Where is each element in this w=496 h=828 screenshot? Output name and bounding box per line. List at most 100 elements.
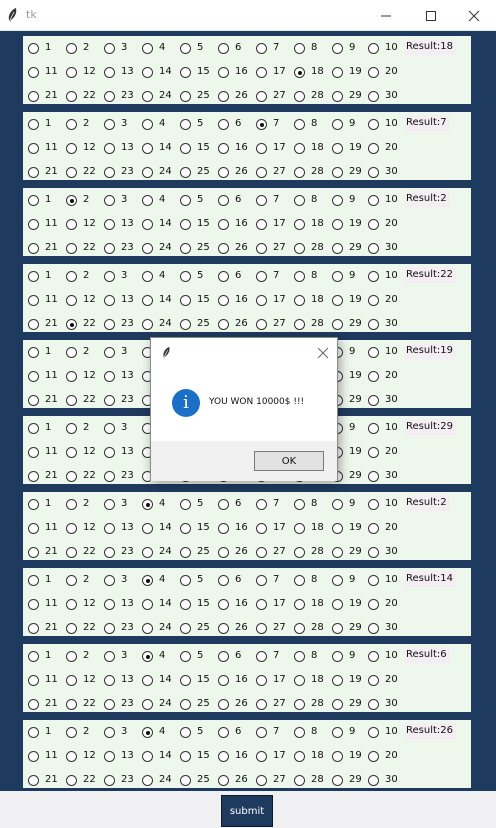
radio-circle[interactable] bbox=[142, 499, 153, 510]
radio-circle[interactable] bbox=[142, 295, 153, 306]
radio-circle[interactable] bbox=[142, 523, 153, 534]
radio-circle[interactable] bbox=[104, 423, 115, 434]
radio-circle[interactable] bbox=[142, 243, 153, 254]
radio-circle[interactable] bbox=[66, 43, 77, 54]
radio-circle[interactable] bbox=[218, 727, 229, 738]
radio-circle[interactable] bbox=[294, 119, 305, 130]
radio-circle[interactable] bbox=[104, 43, 115, 54]
radio-circle[interactable] bbox=[368, 91, 379, 102]
radio-circle[interactable] bbox=[142, 119, 153, 130]
radio-circle[interactable] bbox=[66, 319, 77, 330]
radio-circle[interactable] bbox=[180, 43, 191, 54]
radio-circle[interactable] bbox=[66, 423, 77, 434]
radio-circle[interactable] bbox=[294, 499, 305, 510]
radio-circle[interactable] bbox=[104, 347, 115, 358]
radio-circle[interactable] bbox=[332, 119, 343, 130]
radio-circle[interactable] bbox=[28, 43, 39, 54]
radio-circle[interactable] bbox=[142, 651, 153, 662]
radio-circle[interactable] bbox=[256, 219, 267, 230]
radio-circle[interactable] bbox=[28, 699, 39, 710]
radio-circle[interactable] bbox=[256, 547, 267, 558]
radio-circle[interactable] bbox=[218, 751, 229, 762]
radio-circle[interactable] bbox=[180, 751, 191, 762]
radio-circle[interactable] bbox=[218, 167, 229, 178]
radio-circle[interactable] bbox=[28, 727, 39, 738]
radio-circle[interactable] bbox=[218, 547, 229, 558]
radio-circle[interactable] bbox=[66, 447, 77, 458]
radio-circle[interactable] bbox=[66, 371, 77, 382]
radio-circle[interactable] bbox=[66, 523, 77, 534]
radio-circle[interactable] bbox=[256, 599, 267, 610]
radio-circle[interactable] bbox=[294, 775, 305, 786]
radio-circle[interactable] bbox=[256, 751, 267, 762]
radio-circle[interactable] bbox=[218, 143, 229, 154]
radio-circle[interactable] bbox=[180, 499, 191, 510]
radio-circle[interactable] bbox=[218, 523, 229, 534]
radio-circle[interactable] bbox=[66, 751, 77, 762]
radio-circle[interactable] bbox=[332, 67, 343, 78]
radio-circle[interactable] bbox=[28, 67, 39, 78]
radio-circle[interactable] bbox=[218, 599, 229, 610]
radio-circle[interactable] bbox=[66, 271, 77, 282]
radio-circle[interactable] bbox=[368, 675, 379, 686]
radio-circle[interactable] bbox=[104, 219, 115, 230]
radio-circle[interactable] bbox=[104, 775, 115, 786]
radio-circle[interactable] bbox=[332, 523, 343, 534]
radio-circle[interactable] bbox=[142, 699, 153, 710]
radio-circle[interactable] bbox=[66, 219, 77, 230]
radio-circle[interactable] bbox=[294, 727, 305, 738]
radio-circle[interactable] bbox=[294, 651, 305, 662]
radio-circle[interactable] bbox=[28, 371, 39, 382]
radio-circle[interactable] bbox=[104, 167, 115, 178]
radio-circle[interactable] bbox=[66, 91, 77, 102]
radio-circle[interactable] bbox=[142, 143, 153, 154]
radio-circle[interactable] bbox=[256, 727, 267, 738]
radio-circle[interactable] bbox=[368, 271, 379, 282]
radio-circle[interactable] bbox=[368, 751, 379, 762]
radio-circle[interactable] bbox=[28, 575, 39, 586]
radio-circle[interactable] bbox=[28, 675, 39, 686]
radio-circle[interactable] bbox=[28, 119, 39, 130]
radio-circle[interactable] bbox=[368, 599, 379, 610]
radio-circle[interactable] bbox=[332, 167, 343, 178]
radio-circle[interactable] bbox=[256, 67, 267, 78]
radio-circle[interactable] bbox=[294, 319, 305, 330]
radio-circle[interactable] bbox=[294, 523, 305, 534]
radio-circle[interactable] bbox=[180, 143, 191, 154]
radio-circle[interactable] bbox=[332, 575, 343, 586]
radio-circle[interactable] bbox=[180, 219, 191, 230]
radio-circle[interactable] bbox=[332, 623, 343, 634]
radio-circle[interactable] bbox=[28, 395, 39, 406]
radio-circle[interactable] bbox=[218, 699, 229, 710]
maximize-button[interactable] bbox=[409, 0, 453, 31]
radio-circle[interactable] bbox=[256, 295, 267, 306]
radio-circle[interactable] bbox=[180, 775, 191, 786]
radio-circle[interactable] bbox=[180, 195, 191, 206]
radio-circle[interactable] bbox=[28, 523, 39, 534]
radio-circle[interactable] bbox=[294, 67, 305, 78]
radio-circle[interactable] bbox=[368, 395, 379, 406]
radio-circle[interactable] bbox=[294, 675, 305, 686]
radio-circle[interactable] bbox=[218, 119, 229, 130]
radio-circle[interactable] bbox=[28, 347, 39, 358]
radio-circle[interactable] bbox=[368, 471, 379, 482]
radio-circle[interactable] bbox=[28, 599, 39, 610]
radio-circle[interactable] bbox=[294, 699, 305, 710]
radio-circle[interactable] bbox=[218, 91, 229, 102]
radio-circle[interactable] bbox=[180, 575, 191, 586]
radio-circle[interactable] bbox=[28, 195, 39, 206]
radio-circle[interactable] bbox=[256, 243, 267, 254]
radio-circle[interactable] bbox=[368, 43, 379, 54]
radio-circle[interactable] bbox=[218, 575, 229, 586]
radio-circle[interactable] bbox=[256, 91, 267, 102]
radio-circle[interactable] bbox=[142, 751, 153, 762]
radio-circle[interactable] bbox=[256, 43, 267, 54]
radio-circle[interactable] bbox=[368, 699, 379, 710]
radio-circle[interactable] bbox=[180, 651, 191, 662]
radio-circle[interactable] bbox=[104, 751, 115, 762]
radio-circle[interactable] bbox=[294, 143, 305, 154]
radio-circle[interactable] bbox=[218, 675, 229, 686]
radio-circle[interactable] bbox=[28, 499, 39, 510]
radio-circle[interactable] bbox=[104, 143, 115, 154]
radio-circle[interactable] bbox=[256, 775, 267, 786]
